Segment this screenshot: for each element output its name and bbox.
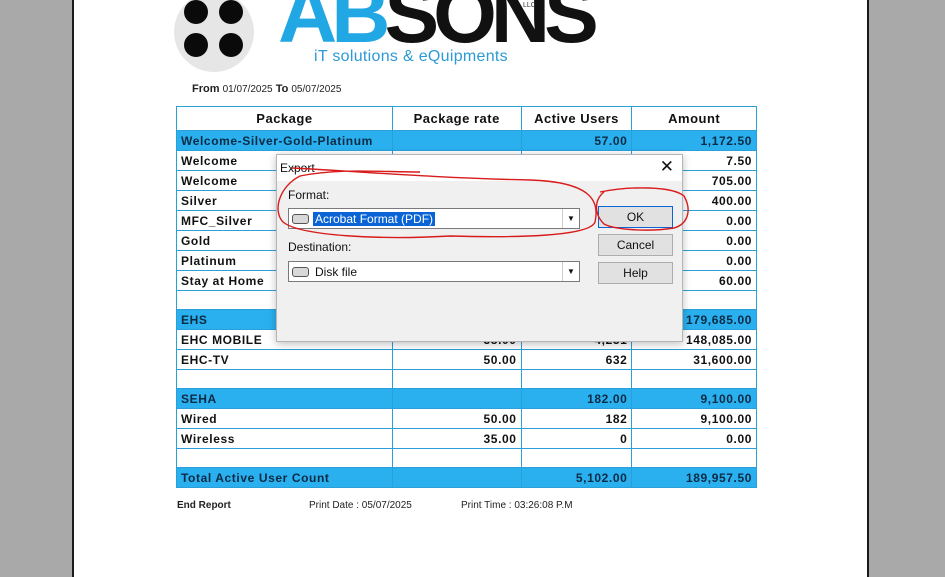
to-date: 05/07/2025 (291, 84, 342, 95)
cell-package-rate (391, 369, 522, 389)
help-button[interactable]: Help (598, 262, 673, 284)
cell-active-users: 5,102.00 (520, 467, 633, 488)
disk-icon (292, 267, 309, 277)
column-header-package-rate: Package rate (391, 106, 522, 131)
cell-package: Total Active User Count (176, 467, 393, 488)
logo-tagline: iT solutions & eQuipments (314, 48, 508, 65)
cell-package-rate (391, 467, 522, 488)
cell-package-rate (391, 388, 522, 409)
table-row (176, 369, 757, 389)
cell-active-users: 182 (520, 408, 633, 429)
destination-select-value: Disk file (315, 265, 358, 279)
table-row: Wireless 35.00 0 0.00 (176, 428, 757, 449)
cancel-button[interactable]: Cancel (598, 234, 673, 256)
cell-active-users (520, 448, 633, 468)
format-label: Format: (288, 188, 330, 202)
cell-package-rate: 50.00 (391, 408, 522, 429)
cell-active-users: 57.00 (520, 130, 633, 151)
pdf-format-icon (292, 214, 309, 224)
column-header-package: Package (176, 106, 393, 131)
cell-package-rate (391, 448, 522, 468)
ok-button[interactable]: OK (598, 206, 673, 228)
cell-package: SEHA (176, 388, 393, 409)
column-header-active-users: Active Users (520, 106, 633, 131)
logo-dot (219, 33, 243, 57)
format-select-value: Acrobat Format (PDF) (313, 212, 436, 226)
cell-package-rate: 35.00 (391, 428, 522, 449)
table-row: Total Active User Count 5,102.00 189,957.5… (176, 467, 757, 488)
company-logo: ABSONS LLC iT solutions & eQuipments (174, 0, 599, 72)
cell-amount: 9,100.00 (631, 408, 757, 429)
export-dialog: Export ✕ Format: Acrobat Format (PDF) ▼ … (276, 154, 683, 342)
end-report-label: End Report (177, 500, 231, 511)
print-time: Print Time : 03:26:08 P.M (461, 500, 573, 511)
logo-dot (219, 0, 243, 24)
cell-amount: 0.00 (631, 428, 757, 449)
cell-package (176, 369, 393, 389)
table-row: SEHA 182.00 9,100.00 (176, 388, 757, 409)
cell-amount: 9,100.00 (631, 388, 757, 409)
cell-amount (631, 448, 757, 468)
chevron-down-icon[interactable]: ▼ (562, 209, 579, 228)
cell-package (176, 448, 393, 468)
table-row (176, 448, 757, 468)
logo-dot (184, 0, 208, 24)
print-date: Print Date : 05/07/2025 (309, 500, 412, 511)
cell-package: Welcome-Silver-Gold-Platinum (176, 130, 393, 151)
cell-package: Wireless (176, 428, 393, 449)
cell-amount: 189,957.50 (631, 467, 757, 488)
destination-label: Destination: (288, 240, 352, 254)
cell-active-users: 182.00 (520, 388, 633, 409)
table-row: EHC-TV 50.00 632 31,600.00 (176, 349, 757, 370)
dialog-title: Export (280, 161, 315, 175)
cell-active-users: 632 (520, 349, 633, 370)
cell-active-users (520, 369, 633, 389)
cell-package-rate (391, 130, 522, 151)
close-icon[interactable]: ✕ (660, 157, 674, 177)
cell-amount: 31,600.00 (631, 349, 757, 370)
cell-amount: 1,172.50 (631, 130, 757, 151)
to-label: To (275, 83, 289, 95)
from-date: 01/07/2025 (222, 84, 273, 95)
cell-amount (631, 369, 757, 389)
table-row: Wired 50.00 182 9,100.00 (176, 408, 757, 429)
format-select[interactable]: Acrobat Format (PDF) ▼ (288, 208, 580, 229)
cell-package: Wired (176, 408, 393, 429)
cell-package: EHC-TV (176, 349, 393, 370)
dialog-titlebar[interactable]: Export ✕ (277, 155, 682, 181)
column-header-amount: Amount (631, 106, 757, 131)
cell-active-users: 0 (520, 428, 633, 449)
logo-llc: LLC (523, 2, 536, 9)
table-header-row: Package Package rate Active Users Amount (176, 106, 757, 131)
cell-package-rate: 50.00 (391, 349, 522, 370)
chevron-down-icon[interactable]: ▼ (562, 262, 579, 281)
destination-select[interactable]: Disk file ▼ (288, 261, 580, 282)
report-date-range: From 01/07/2025 To 05/07/2025 (192, 83, 341, 95)
table-row: Welcome-Silver-Gold-Platinum 57.00 1,172.5… (176, 130, 757, 151)
from-label: From (192, 83, 220, 95)
logo-dot (184, 33, 208, 57)
